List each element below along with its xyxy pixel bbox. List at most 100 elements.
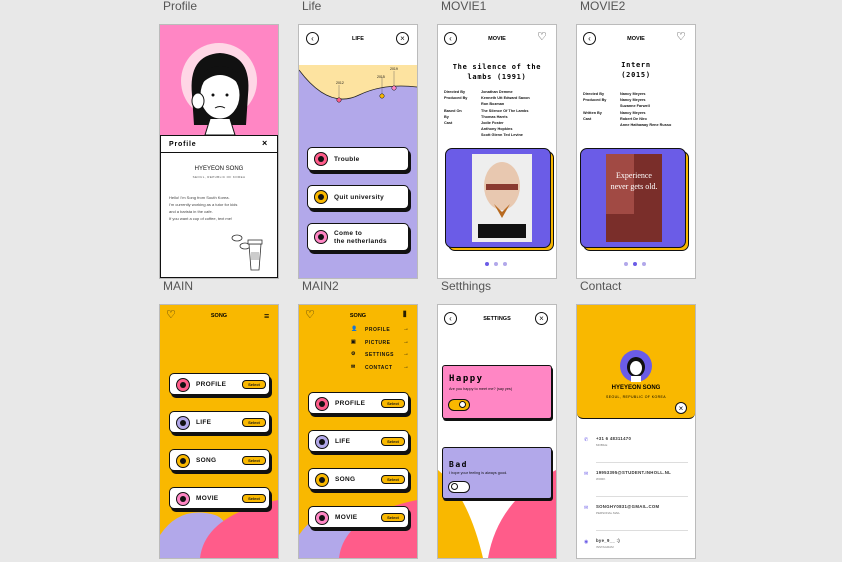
contact-value[interactable]: bye_9__ :)	[596, 538, 620, 543]
life-card-quit[interactable]: Quit university	[307, 185, 409, 209]
credit-role: Cast	[583, 116, 592, 121]
movie-poster	[472, 154, 532, 242]
contact-name: HYEYEON SONG	[611, 385, 661, 391]
menu-item-settings[interactable]: SETTINGS	[365, 352, 394, 358]
poster-frame	[445, 148, 551, 248]
movie-title: The silence of the lambs (1991)	[452, 63, 542, 81]
avatar	[315, 396, 329, 411]
credit-role: Directed By	[583, 92, 605, 96]
contact-place: SEOUL, REPUBLIC OF KOREA	[606, 395, 666, 399]
menu-card-song[interactable]: SONG Select	[308, 468, 409, 490]
avatar	[176, 453, 190, 468]
credit-role: Produced By	[583, 98, 607, 103]
credit-role: Based On	[444, 108, 462, 113]
year-2012: 2012	[336, 81, 344, 85]
arrow-right-icon: →	[403, 351, 410, 357]
select-button[interactable]: Select	[242, 380, 266, 389]
menu-card-label: MOVIE	[196, 495, 219, 502]
credit-name: Nancy Meyers	[620, 92, 646, 96]
profile-card-title: Profile	[169, 141, 197, 148]
contact-value[interactable]: +31 6 48311470	[596, 436, 631, 441]
bad-toggle[interactable]	[448, 481, 470, 493]
profile-name: HYEYEON SONG	[194, 166, 244, 172]
label-settings: Setthings	[441, 279, 492, 293]
avatar	[314, 190, 328, 204]
menu-open-icon[interactable]: ⦀	[403, 310, 407, 320]
credit-name: Kenneth Utt Edward Saxon	[481, 96, 530, 101]
life-card-netherlands[interactable]: Come to the netherlands	[307, 223, 409, 251]
select-button[interactable]: Select	[381, 399, 405, 408]
menu-icon-picture[interactable]: ▣	[351, 339, 356, 345]
credit-name: Suzanne Farwell	[620, 104, 650, 109]
select-button[interactable]: Select	[381, 513, 405, 522]
contact-frame: HYEYEON SONG SEOUL, REPUBLIC OF KOREA × …	[577, 305, 695, 558]
happy-label: Happy	[449, 374, 484, 384]
menu-item-picture[interactable]: PICTURE	[365, 340, 390, 346]
credit-role: Directed By	[444, 90, 466, 94]
menu-card-movie[interactable]: MOVIE Select	[308, 506, 409, 528]
menu-card-label: LIFE	[196, 419, 212, 426]
menu-card-label: PROFILE	[335, 400, 366, 407]
menu-card-label: SONG	[335, 476, 356, 483]
happy-toggle[interactable]	[448, 399, 470, 411]
select-button[interactable]: Select	[242, 494, 266, 503]
label-main: MAIN	[163, 279, 193, 293]
label-profile: Profile	[163, 0, 198, 13]
bad-card: Bad I hope your feeling is always good.	[442, 447, 552, 499]
bio-line-4: If you want a cup of coffee, text me!	[169, 216, 233, 221]
avatar	[315, 510, 329, 525]
select-button[interactable]: Select	[242, 418, 266, 427]
close-icon[interactable]: ×	[396, 32, 409, 45]
happy-card: Happy Are you happy to meet me? (say yes…	[442, 365, 552, 419]
close-icon[interactable]: ×	[262, 138, 267, 148]
divider	[596, 496, 688, 497]
menu-card-label: LIFE	[335, 438, 351, 445]
heart-icon[interactable]: ♡	[676, 32, 686, 43]
arrow-right-icon: →	[403, 326, 410, 332]
bio-line-2: I'm currently working as a tutor for kid…	[169, 202, 238, 207]
page-dot[interactable]	[494, 262, 498, 266]
menu-icon[interactable]: ≡	[264, 311, 269, 321]
credit-name: Anthony Hopkins	[481, 127, 513, 132]
select-button[interactable]: Select	[381, 475, 405, 484]
contact-value[interactable]: 19953395@STUDENT.INHOLL.NL	[596, 470, 671, 475]
select-button[interactable]: Select	[242, 456, 266, 465]
page-dot[interactable]	[624, 262, 628, 266]
page-dot[interactable]	[642, 262, 646, 266]
menu-card-label: PROFILE	[196, 381, 227, 388]
life-frame: ‹ LIFE × 2012 2015 2019 Trouble Quit uni…	[299, 25, 417, 278]
menu-icon-contact[interactable]: ✉	[351, 364, 356, 370]
contact-icon-3: ◉	[584, 539, 589, 545]
credit-name: The Silence Of The Lambs	[481, 108, 529, 113]
menu-card-profile[interactable]: PROFILE Select	[308, 392, 409, 414]
profile-place: SEOUL, REPUBLIC OF KOREA	[192, 175, 246, 179]
contact-type: MOBILE	[596, 443, 608, 447]
page-dot-active[interactable]	[633, 262, 637, 266]
page-dot[interactable]	[503, 262, 507, 266]
avatar	[176, 377, 190, 392]
menu-card-movie[interactable]: MOVIE Select	[169, 487, 270, 509]
menu-card-life[interactable]: LIFE Select	[308, 430, 409, 452]
arrow-right-icon: →	[403, 338, 410, 345]
credit-name: Nancy Meyers	[620, 110, 646, 115]
select-button[interactable]: Select	[381, 437, 405, 446]
contact-value[interactable]: SONGHY0831@GMAIL.COM	[596, 504, 659, 509]
menu-icon-settings[interactable]: ⚙	[351, 351, 356, 357]
heart-icon[interactable]: ♡	[537, 32, 547, 43]
close-icon[interactable]: ×	[675, 402, 687, 414]
menu-item-contact[interactable]: CONTACT	[365, 365, 393, 371]
menu-card-life[interactable]: LIFE Select	[169, 411, 270, 433]
menu-card-profile[interactable]: PROFILE Select	[169, 373, 270, 395]
movie-title: Intern (2015)	[621, 61, 651, 79]
page-dot-active[interactable]	[485, 262, 489, 266]
main2-title: SONG	[349, 313, 367, 319]
avatar	[176, 415, 190, 430]
main-frame: ♡ SONG ≡ PROFILE Select LIFE Select SONG Sele…	[160, 305, 278, 558]
profile-frame: Profile × HYEYEON SONG SEOUL, REPUBLIC O…	[160, 25, 278, 278]
menu-card-song[interactable]: SONG Select	[169, 449, 270, 471]
menu-item-profile[interactable]: PROFILE	[365, 327, 390, 333]
menu-icon-profile[interactable]: 👤	[351, 326, 358, 332]
close-icon[interactable]: ×	[535, 312, 548, 325]
life-card-trouble[interactable]: Trouble	[307, 147, 409, 171]
movie2-frame: ‹ MOVIE ♡ Intern (2015) Directed By Nancy…	[577, 25, 695, 278]
